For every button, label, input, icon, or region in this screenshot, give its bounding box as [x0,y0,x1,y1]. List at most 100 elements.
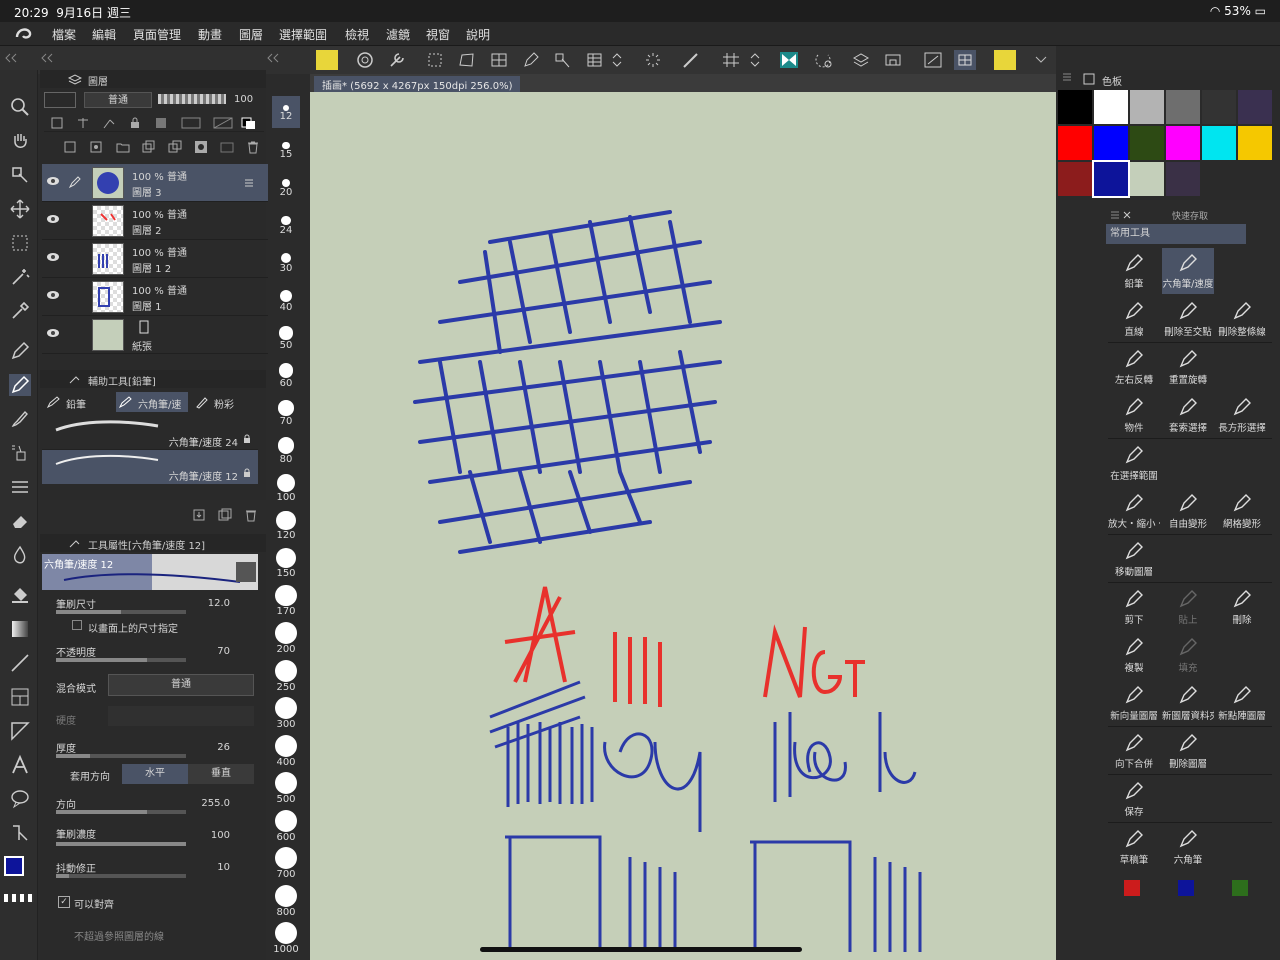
duplicate-tool-icon[interactable] [218,508,232,522]
lock-icon[interactable] [128,116,142,130]
quick-tool-4[interactable]: 刪除整條線 [1216,296,1268,342]
mask-icon[interactable] [180,116,202,130]
zoom-icon[interactable] [9,96,31,118]
brush-size-option[interactable]: 500 [272,771,300,805]
brush-size-option[interactable]: 50 [272,321,300,351]
menu-selection[interactable]: 選擇範圍 [279,26,327,43]
layer-opacity-value[interactable]: 100 [234,94,253,105]
fit-screen-icon[interactable] [922,50,944,70]
brush-density-slider[interactable] [56,842,186,846]
eyedropper-icon[interactable] [9,300,31,322]
sub-tool-tab-pastel[interactable]: 粉彩 [192,392,262,412]
merge-layer-icon[interactable] [168,140,182,154]
menu-view[interactable]: 檢視 [345,26,369,43]
collapse-panel-icon[interactable] [40,52,54,64]
stabilization-slider[interactable] [56,874,186,878]
fill-icon[interactable] [9,584,31,606]
grid-stepper-icon[interactable] [748,50,762,70]
blend-mode-dropdown[interactable]: 普通 [108,674,254,696]
brush-size-option[interactable]: 60 [272,359,300,389]
layer-menu-icon[interactable] [244,178,254,188]
stabilization-value[interactable]: 10 [190,862,230,873]
app-logo-icon[interactable] [14,25,34,43]
text-icon[interactable] [9,754,31,776]
layer-row-layer-1[interactable]: 100 % 普通 圖層 1 [42,278,298,316]
reference-layer-icon[interactable] [76,116,90,130]
canvas[interactable] [310,92,1056,960]
quick-tool-15[interactable]: 剪下 [1108,584,1160,630]
quick-tool-14[interactable]: 移動圖層 [1108,536,1160,582]
quick-tool-9[interactable]: 長方形選擇 [1216,392,1268,438]
visibility-eye-icon[interactable] [46,290,60,300]
panel-menu-icon[interactable] [1062,72,1072,82]
brush-size-option[interactable]: 300 [272,696,300,730]
color-swatch[interactable] [1058,162,1092,196]
menu-layer[interactable]: 圖層 [239,26,263,43]
layer-color-icon[interactable] [240,116,260,130]
brush-stroke-icon[interactable] [680,50,702,70]
brush-size-value[interactable]: 12.0 [190,598,230,609]
quick-tool-10[interactable]: 在選擇範圍 [1108,440,1160,486]
new-vector-layer-icon[interactable] [90,140,104,154]
visibility-eye-icon[interactable] [46,214,60,224]
save-icon[interactable] [316,50,338,70]
brush-size-option[interactable]: 24 [272,209,300,236]
panel-menu-icon[interactable] [1110,210,1120,220]
quick-tool-13[interactable]: 網格變形 [1216,488,1268,534]
opacity-slider[interactable] [158,94,226,104]
layer-row-layer-2[interactable]: 100 % 普通 圖層 2 [42,202,298,240]
color-swatch[interactable] [1058,126,1092,160]
brush-size-option[interactable]: 700 [272,846,300,880]
mesh-transform-icon[interactable] [488,50,510,70]
brush-size-option[interactable]: 200 [272,621,300,655]
layer-row-layer-1-2[interactable]: 100 % 普通 圖層 1 2 [42,240,298,278]
transform-icon[interactable] [424,50,446,70]
layer-row-layer-3[interactable]: 100 % 普通 圖層 3 [42,164,298,202]
layer-mask-icon[interactable] [194,140,208,154]
transparent-color-swatch[interactable] [4,894,34,902]
color-swatch[interactable] [1058,90,1092,124]
main-color-swatch[interactable] [4,856,24,876]
quick-tool-20[interactable]: 新向量圖層 [1108,680,1160,726]
brush-size-option[interactable]: 100 [272,471,300,503]
lock-transparency-icon[interactable] [154,116,168,130]
pen-tool-icon[interactable] [9,340,31,362]
grid-dots-icon[interactable] [584,50,606,70]
mask-off-icon[interactable] [212,116,234,130]
document-tab[interactable]: 插画* (5692 x 4267px 150dpi 256.0%) [314,76,521,93]
color-swatch[interactable] [1166,90,1200,124]
quick-color-swatch[interactable] [1178,880,1194,896]
brush-size-option[interactable]: 12 [272,96,300,128]
brush-size-option[interactable]: 250 [272,659,300,693]
flip-horizontal-icon[interactable] [778,50,800,70]
quick-tool-21[interactable]: 新圖層資料夾 [1162,680,1214,726]
magic-wand-icon[interactable] [9,266,31,288]
gradient-icon[interactable] [9,618,31,640]
selection-icon[interactable] [9,232,31,254]
delete-layer-icon[interactable] [246,140,260,154]
hand-icon[interactable] [9,130,31,152]
reference-icon[interactable] [882,50,904,70]
brush-size-option[interactable]: 170 [272,584,300,617]
layer-property-icon[interactable] [850,50,872,70]
apply-mask-icon[interactable] [220,140,234,154]
correct-line-icon[interactable] [9,822,31,844]
preview-lock-icon[interactable] [236,562,256,582]
expand-toolbar-icon[interactable] [1034,54,1048,66]
brush-size-option[interactable]: 400 [272,734,300,768]
pencil-tool-icon[interactable] [9,374,31,396]
quick-color-swatch[interactable] [1232,880,1248,896]
save-icon-2[interactable] [994,50,1016,70]
free-transform-icon[interactable] [456,50,478,70]
vertical-button[interactable]: 垂直 [188,764,254,784]
canvas-drawing[interactable] [310,92,1056,960]
screen-size-checkbox[interactable] [72,620,82,630]
quick-tool-23[interactable]: 向下合併 [1108,728,1160,774]
color-swatch[interactable] [1094,90,1128,124]
snap-checkbox[interactable]: ✓ [58,896,70,908]
direction-value[interactable]: 255.0 [190,798,230,809]
brush-size-option[interactable]: 1000 [272,921,300,955]
brush-density-value[interactable]: 100 [190,830,230,841]
close-icon[interactable] [1122,210,1132,220]
quick-tool-17[interactable]: 刪除 [1216,584,1268,630]
